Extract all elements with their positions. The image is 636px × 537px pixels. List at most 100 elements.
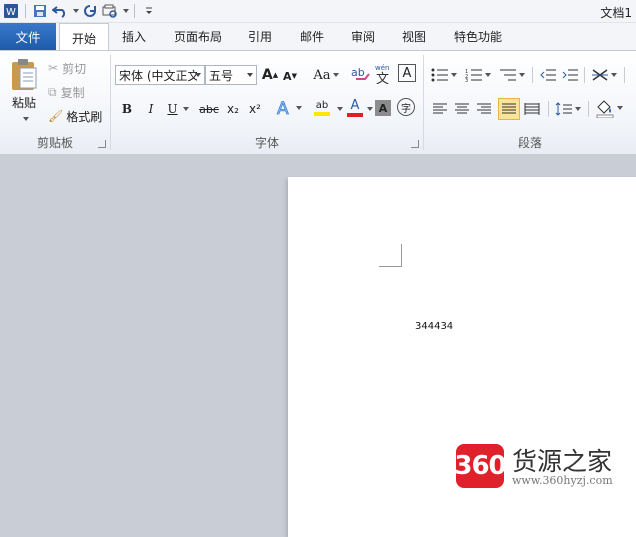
clipboard-launcher-icon[interactable]: [98, 140, 106, 148]
customize-toolbar-icon[interactable]: [140, 2, 158, 20]
italic-button[interactable]: I: [141, 99, 161, 119]
title-bar: W 文档1: [0, 0, 636, 23]
ribbon: 粘贴 ✂ 剪切 ⧉ 复制 🖌 格式刷 剪贴板 宋体 (中文正文 五号 A ▲ A ▼ Aa…: [0, 50, 636, 155]
multilevel-list-icon: [500, 69, 516, 81]
watermark-name: 货源之家: [512, 447, 613, 476]
character-border-button[interactable]: A: [398, 64, 416, 82]
strikethrough-button[interactable]: abc: [197, 99, 221, 119]
highlight-color-button[interactable]: ab: [307, 97, 337, 119]
increase-indent-icon[interactable]: [560, 65, 580, 85]
paste-icon[interactable]: [6, 57, 42, 93]
tab-references[interactable]: 引用: [241, 23, 279, 50]
tab-view[interactable]: 视图: [395, 23, 433, 50]
shrink-font-button[interactable]: A ▼: [281, 67, 299, 85]
bold-button[interactable]: B: [117, 99, 137, 119]
align-center-icon[interactable]: [452, 99, 472, 119]
copy-button[interactable]: ⧉ 复制: [48, 83, 108, 101]
asian-layout-icon: [592, 69, 608, 81]
tab-mailings[interactable]: 邮件: [293, 23, 331, 50]
cut-label: 剪切: [62, 61, 87, 76]
text-effects-button[interactable]: A: [275, 97, 303, 119]
undo-icon[interactable]: [51, 2, 69, 20]
align-left-icon[interactable]: [430, 99, 450, 119]
quick-access-toolbar: W: [2, 2, 158, 20]
svg-text:wén: wén: [375, 64, 389, 72]
tab-file[interactable]: 文件: [0, 23, 56, 50]
change-case-button[interactable]: Aa: [311, 65, 341, 85]
chevron-down-icon: [296, 106, 302, 110]
enclose-characters-button[interactable]: 字: [397, 98, 415, 116]
cut-button[interactable]: ✂ 剪切: [48, 59, 108, 77]
svg-text:3: 3: [465, 78, 468, 82]
ribbon-tabs: 文件 开始 插入 页面布局 引用 邮件 审阅 视图 特色功能: [0, 23, 636, 52]
multilevel-list-button[interactable]: [498, 65, 526, 85]
save-icon[interactable]: [31, 2, 49, 20]
print-dropdown-icon[interactable]: [123, 9, 129, 13]
paste-dropdown-icon[interactable]: [23, 117, 29, 121]
chevron-down-icon: [247, 73, 253, 77]
print-preview-icon[interactable]: [101, 2, 119, 20]
underline-button[interactable]: U: [165, 99, 191, 119]
highlighter-icon: ab: [315, 100, 329, 111]
margin-corner-mark: [379, 244, 402, 267]
toolbar-separator: [584, 67, 585, 83]
scissors-icon: ✂: [48, 61, 59, 75]
format-painter-label: 格式刷: [66, 109, 103, 124]
shading-button[interactable]: [594, 97, 624, 119]
tab-page-layout[interactable]: 页面布局: [166, 23, 230, 50]
clipboard-group: 粘贴 ✂ 剪切 ⧉ 复制 🖌 格式刷 剪贴板: [0, 51, 110, 154]
distribute-icon[interactable]: [522, 99, 542, 119]
font-group-label: 字体: [254, 136, 279, 150]
bullets-button[interactable]: [430, 65, 458, 85]
line-spacing-button[interactable]: [554, 99, 582, 119]
font-color-button[interactable]: A: [343, 97, 367, 119]
phonetic-guide-button[interactable]: wén 文: [373, 61, 395, 85]
chevron-down-icon: [485, 73, 491, 77]
chevron-down-icon: [332, 73, 339, 77]
tab-review[interactable]: 审阅: [344, 23, 382, 50]
redo-icon[interactable]: [81, 2, 99, 20]
toolbar-separator: [134, 4, 135, 18]
chevron-down-icon: [575, 107, 581, 111]
tab-special-features[interactable]: 特色功能: [446, 23, 510, 50]
watermark-url: www.360hyzj.com: [512, 474, 613, 487]
chevron-down-icon[interactable]: [367, 107, 373, 111]
font-launcher-icon[interactable]: [411, 140, 419, 148]
font-size-select[interactable]: 五号: [205, 65, 257, 85]
document-text[interactable]: 344434: [415, 321, 453, 332]
font-family-value: 宋体 (中文正文: [119, 68, 197, 83]
character-shading-button[interactable]: A: [375, 100, 391, 116]
font-group: 宋体 (中文正文 五号 A ▲ A ▼ Aa ab wén 文 A B I U abc…: [111, 51, 423, 154]
font-family-select[interactable]: 宋体 (中文正文: [115, 65, 205, 85]
document-title: 文档1: [600, 6, 632, 20]
decrease-indent-icon[interactable]: [538, 65, 558, 85]
toolbar-separator: [532, 67, 533, 83]
svg-text:A: A: [277, 99, 289, 118]
watermark: 360 货源之家 www.360hyzj.com: [454, 440, 634, 492]
chevron-down-icon: [182, 107, 189, 111]
paste-button[interactable]: 粘贴: [4, 93, 44, 111]
tab-insert[interactable]: 插入: [113, 23, 155, 50]
paragraph-group: 123 段落: [424, 51, 636, 154]
superscript-button[interactable]: x²: [245, 99, 265, 119]
undo-dropdown-icon[interactable]: [73, 9, 79, 13]
word-app-icon[interactable]: W: [2, 2, 20, 20]
format-painter-button[interactable]: 🖌 格式刷: [48, 107, 108, 125]
grow-font-icon: A: [261, 67, 273, 83]
font-size-value: 五号: [209, 68, 234, 83]
tab-home[interactable]: 开始: [59, 23, 109, 52]
chevron-down-icon: [519, 73, 525, 77]
svg-text:ab: ab: [351, 66, 365, 79]
justify-icon[interactable]: [498, 98, 520, 120]
asian-layout-button[interactable]: [590, 65, 618, 85]
font-color-icon: A: [350, 98, 360, 113]
toolbar-separator: [25, 4, 26, 18]
align-right-icon[interactable]: [474, 99, 494, 119]
chevron-down-icon: [451, 73, 457, 77]
subscript-button[interactable]: x₂: [223, 99, 243, 119]
numbering-button[interactable]: 123: [464, 65, 492, 85]
grow-font-button[interactable]: A ▲: [261, 65, 279, 85]
brush-icon: 🖌: [48, 109, 64, 123]
watermark-logo: 360: [454, 444, 507, 488]
clear-formatting-button[interactable]: ab: [349, 63, 371, 85]
